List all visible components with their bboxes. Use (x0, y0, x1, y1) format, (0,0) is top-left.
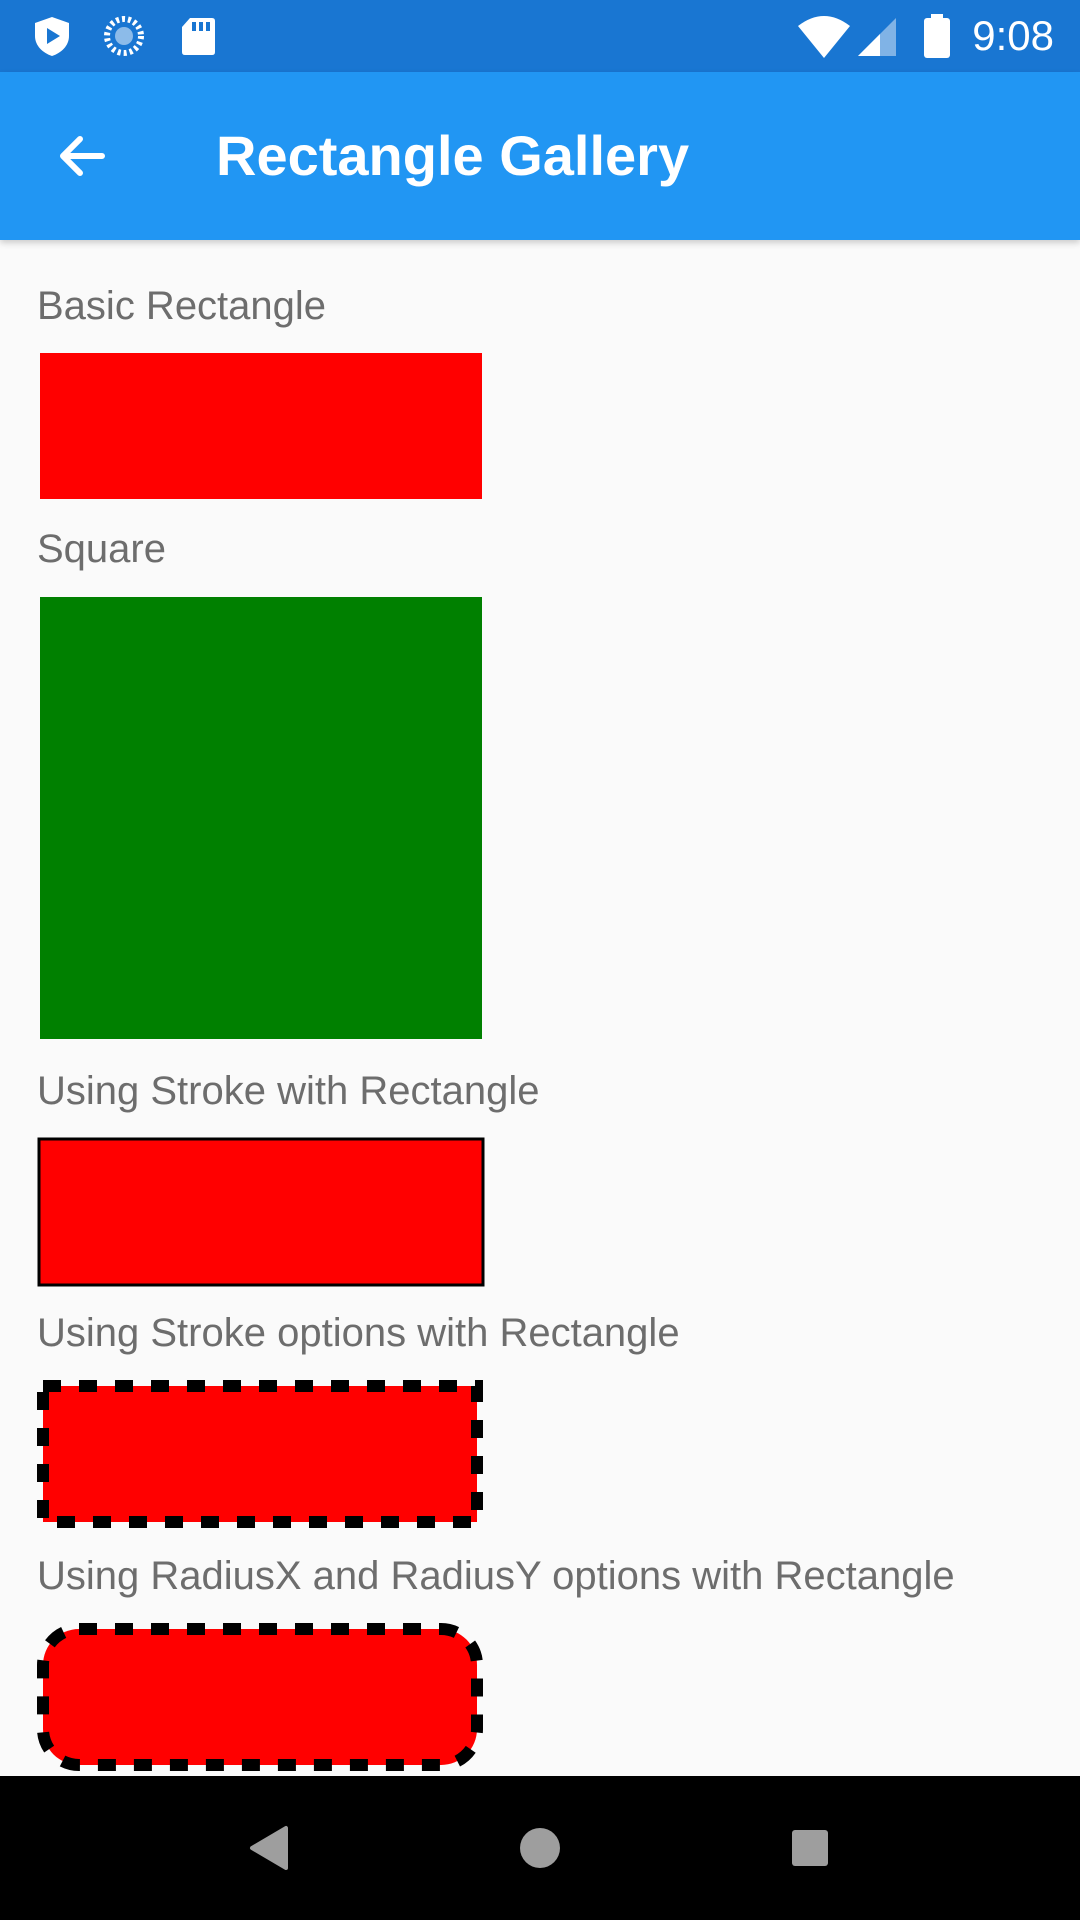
nav-recents-button[interactable] (774, 1812, 846, 1884)
status-time: 9:08 (972, 12, 1054, 59)
sync-icon (102, 14, 146, 58)
nav-home-button[interactable] (504, 1812, 576, 1884)
back-button[interactable] (40, 114, 124, 198)
battery-icon (922, 14, 952, 58)
status-bar: 9:08 (0, 0, 1080, 72)
square-rectangle (40, 597, 482, 1039)
sd-card-icon (176, 14, 220, 58)
section-label-radius: Using RadiusX and RadiusY options with R… (37, 1554, 955, 1598)
app-bar: Rectangle Gallery (0, 72, 1080, 240)
basic-rectangle (40, 353, 482, 499)
arrow-back-icon (60, 136, 105, 176)
system-nav-bar (0, 1776, 1080, 1920)
content-scroll[interactable]: Basic Rectangle Square Using Stroke with… (0, 240, 1080, 1776)
dashed-stroke-rectangle (37, 1380, 483, 1528)
section-label-stroke: Using Stroke with Rectangle (37, 1069, 540, 1113)
section-label-stroke-options: Using Stroke options with Rectangle (37, 1311, 680, 1355)
home-circle-icon (520, 1828, 560, 1868)
page-title: Rectangle Gallery (216, 124, 690, 187)
recents-square-icon (792, 1830, 828, 1866)
nav-back-button[interactable] (234, 1812, 306, 1884)
wifi-icon (796, 14, 852, 58)
cell-signal-icon (856, 14, 900, 58)
stroked-rectangle (37, 1137, 485, 1287)
play-protect-icon (30, 14, 74, 58)
section-label-square: Square (37, 527, 166, 571)
rounded-dashed-rectangle (37, 1623, 483, 1771)
back-triangle-icon (250, 1826, 288, 1870)
section-label-basic-rectangle: Basic Rectangle (37, 284, 327, 328)
